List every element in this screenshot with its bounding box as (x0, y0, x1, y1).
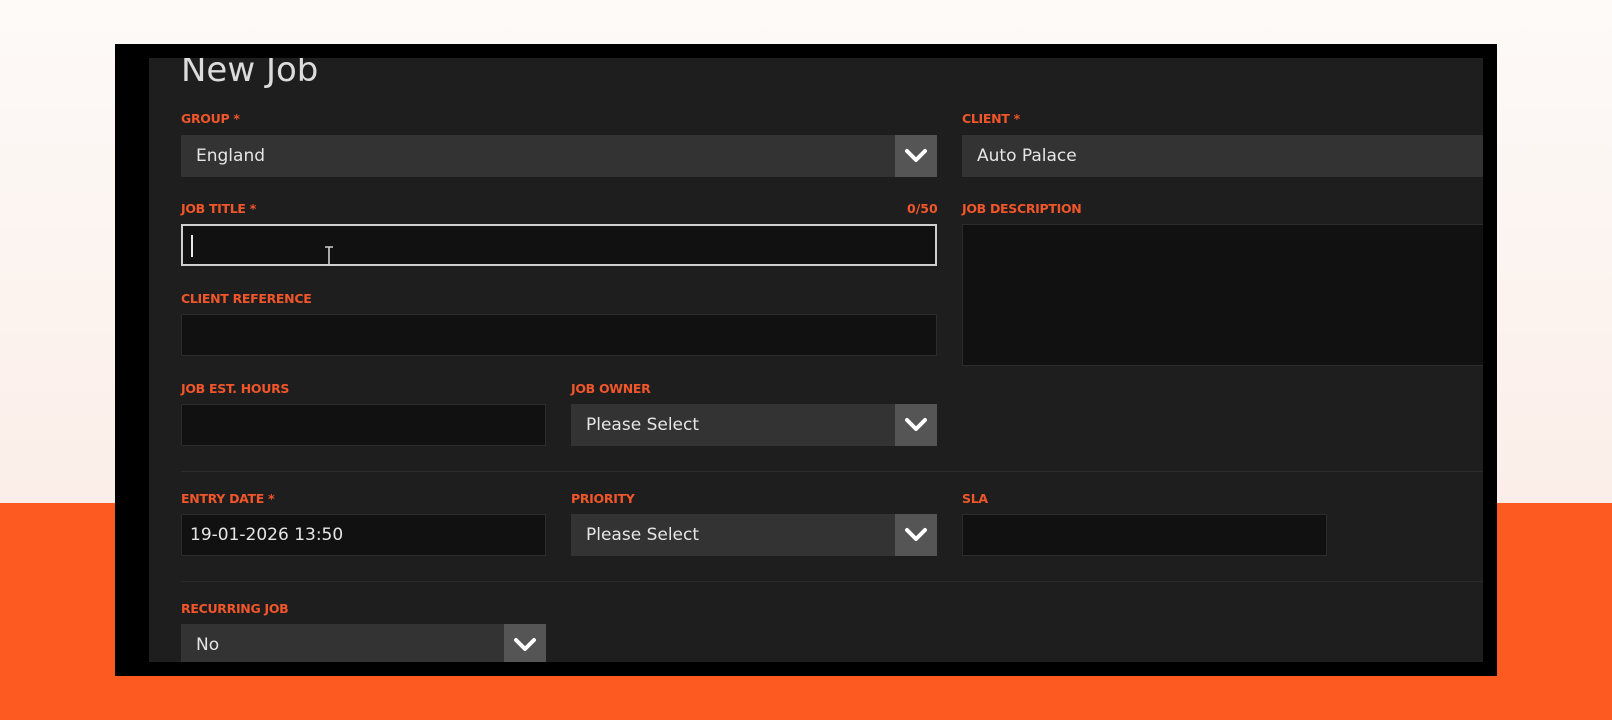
client-select[interactable]: Auto Palace (962, 135, 1483, 177)
section-divider (181, 471, 1483, 472)
recurring-job-select[interactable]: No (181, 624, 546, 662)
group-select[interactable]: England (181, 135, 937, 177)
sla-input[interactable] (962, 514, 1327, 556)
job-est-hours-input[interactable] (181, 404, 546, 446)
job-title-input[interactable] (181, 224, 937, 266)
recurring-job-value: No (196, 635, 220, 655)
job-title-label: JOB TITLE * (181, 201, 256, 216)
job-owner-value: Please Select (586, 415, 700, 435)
text-caret (191, 235, 193, 257)
priority-value: Please Select (586, 525, 700, 545)
new-job-form: New Job GROUP * England CLIENT * Auto Pa… (149, 58, 1483, 662)
job-owner-label: JOB OWNER (571, 381, 651, 396)
section-divider (181, 581, 1483, 582)
chevron-down-icon[interactable] (504, 624, 546, 662)
job-est-hours-label: JOB EST. HOURS (181, 381, 290, 396)
recurring-job-label: RECURRING JOB (181, 601, 289, 616)
job-description-label: JOB DESCRIPTION (962, 201, 1082, 216)
group-value: England (196, 146, 266, 166)
chevron-down-icon[interactable] (895, 404, 937, 446)
client-reference-label: CLIENT REFERENCE (181, 291, 312, 306)
group-label: GROUP * (181, 111, 240, 126)
priority-select[interactable]: Please Select (571, 514, 937, 556)
entry-date-label: ENTRY DATE * (181, 491, 275, 506)
entry-date-value: 19-01-2026 13:50 (190, 525, 344, 545)
entry-date-input[interactable]: 19-01-2026 13:50 (181, 514, 546, 556)
chevron-down-icon[interactable] (895, 135, 937, 177)
chevron-down-icon[interactable] (895, 514, 937, 556)
job-owner-select[interactable]: Please Select (571, 404, 937, 446)
client-label: CLIENT * (962, 111, 1020, 126)
job-description-textarea[interactable] (962, 224, 1483, 366)
priority-label: PRIORITY (571, 491, 635, 506)
client-reference-input[interactable] (181, 314, 937, 356)
text-cursor-icon (325, 246, 333, 266)
page-title: New Job (181, 58, 319, 90)
window-frame: New Job GROUP * England CLIENT * Auto Pa… (115, 44, 1497, 676)
sla-label: SLA (962, 491, 988, 506)
job-title-char-counter: 0/50 (907, 201, 938, 216)
client-value: Auto Palace (977, 146, 1077, 166)
